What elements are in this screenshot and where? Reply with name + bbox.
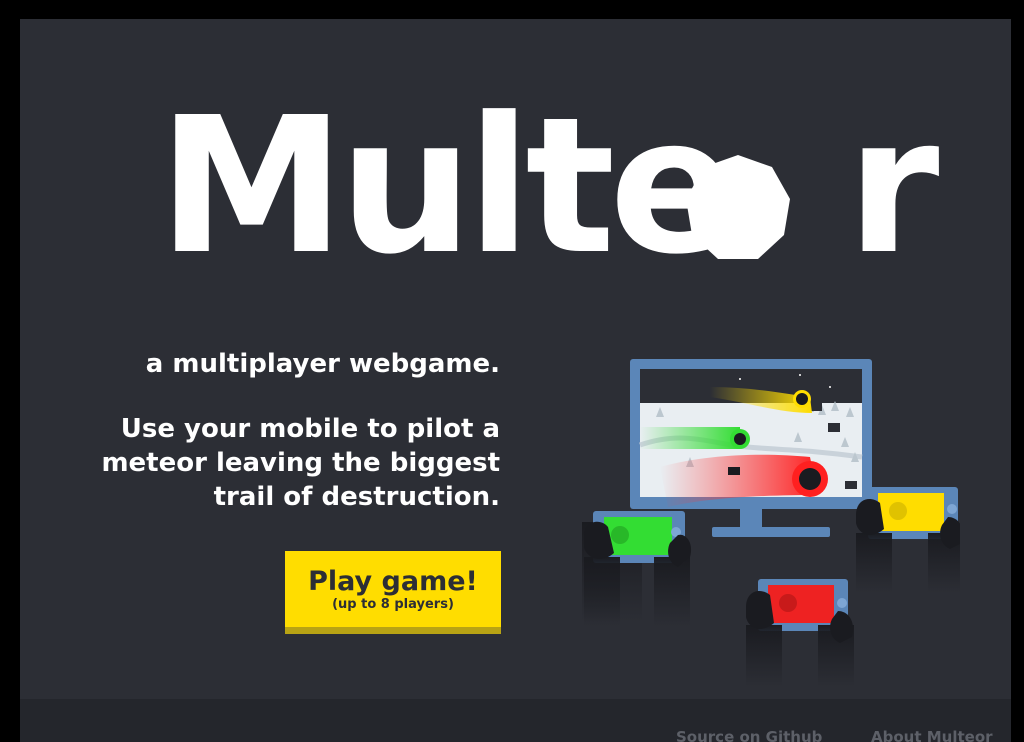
game-illustration	[582, 359, 960, 687]
tagline: a multiplayer webgame.	[145, 349, 500, 379]
source-on-github-link[interactable]: Source on Github	[676, 728, 822, 742]
phone-controller-icon	[746, 579, 854, 687]
play-game-button[interactable]: Play game! (up to 8 players)	[285, 551, 501, 634]
logo-text: Multe r	[158, 77, 939, 296]
footer: Source on Github About Multeor	[20, 699, 1011, 742]
monitor-icon	[630, 359, 872, 537]
play-game-sublabel: (up to 8 players)	[332, 597, 454, 612]
about-multeor-link[interactable]: About Multeor	[871, 728, 993, 742]
play-game-label: Play game!	[308, 566, 478, 597]
phone-controller-icon	[582, 511, 692, 627]
phone-controller-icon	[856, 487, 960, 593]
page-frame: Multe r a multiplayer webgame. Use your m…	[20, 19, 1011, 742]
description: Use your mobile to pilot a meteor leavin…	[101, 414, 500, 512]
meteor-icon	[686, 155, 790, 259]
